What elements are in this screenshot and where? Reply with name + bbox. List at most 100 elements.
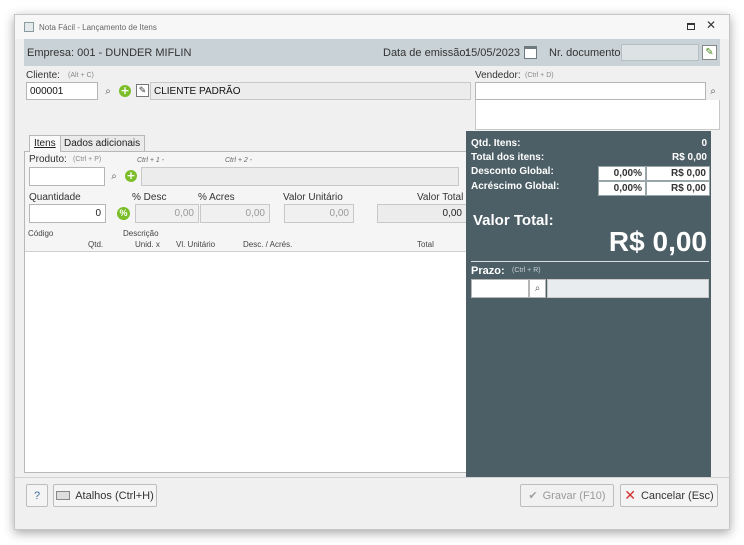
produto-search-icon[interactable]: ⌕ [106, 168, 122, 184]
cliente-name-field: CLIENTE PADRÃO [150, 82, 471, 100]
valor-unitario-value: 0,00 [329, 208, 349, 219]
valor-total-summary-value: R$ 0,00 [608, 226, 707, 257]
prazo-field[interactable] [471, 279, 529, 298]
produto-hint: (Ctrl + P) [73, 156, 102, 163]
col-vl-unitario: Vl. Unitário [176, 240, 216, 249]
prazo-hint: (Ctrl + R) [512, 267, 541, 274]
prazo-search-icon[interactable]: ⌕ [529, 279, 546, 298]
quantidade-value: 0 [95, 208, 101, 219]
window-title: Nota Fácil - Lançamento de Itens [39, 23, 157, 32]
nr-documento-label: Nr. documento: [549, 47, 624, 59]
desconto-label: Desconto Global: [471, 166, 554, 177]
vendedor-list[interactable] [475, 100, 720, 130]
x-icon: ✕ [624, 487, 636, 504]
vendedor-hint: (Ctrl + D) [525, 72, 554, 79]
valor-total-summary-label: Valor Total: [473, 212, 554, 229]
cliente-label: Cliente: [26, 70, 60, 81]
qtd-itens-label: Qtd. Itens: [471, 138, 521, 149]
help-label: ? [33, 489, 41, 502]
acrescimo-value-field[interactable]: R$ 0,00 [646, 181, 710, 196]
data-emissao-value[interactable]: 15/05/2023 [465, 47, 520, 59]
produto-description-field [141, 167, 459, 186]
calendar-icon[interactable] [524, 46, 537, 59]
desc-label: % Desc [132, 192, 167, 203]
cliente-name-value: CLIENTE PADRÃO [154, 86, 241, 97]
percent-icon[interactable]: % [117, 207, 130, 220]
atalhos-button[interactable]: Atalhos (Ctrl+H) [53, 484, 157, 507]
valor-total-value: 0,00 [442, 208, 462, 219]
quantidade-field[interactable]: 0 [29, 204, 106, 223]
title-bar: Nota Fácil - Lançamento de Itens ✕ [15, 15, 729, 39]
produto-add-icon[interactable]: + [125, 170, 137, 182]
total-itens-label: Total dos itens: [471, 152, 545, 163]
desc-value: 0,00 [174, 208, 194, 219]
check-icon: ✔ [528, 489, 538, 502]
quantidade-label: Quantidade [29, 192, 81, 203]
atalhos-label: Atalhos (Ctrl+H) [75, 489, 154, 502]
prazo-label: Prazo: [471, 265, 505, 277]
valor-unitario-field: 0,00 [284, 204, 354, 223]
valor-total-label: Valor Total [417, 192, 464, 203]
main-window: Nota Fácil - Lançamento de Itens ✕ Empre… [14, 14, 730, 530]
desconto-pct-value: 0,00% [613, 168, 642, 179]
cliente-hint: (Alt + C) [68, 72, 94, 79]
itens-tab-panel: Produto: (Ctrl + P) Ctrl + 1 - Ctrl + 2 … [24, 151, 473, 473]
acres-field: 0,00 [200, 204, 270, 223]
summary-panel: Qtd. Itens: 0 Total dos itens: R$ 0,00 D… [466, 131, 711, 477]
desconto-value-field[interactable]: R$ 0,00 [646, 166, 710, 181]
produto-label: Produto: [29, 154, 67, 165]
cliente-add-icon[interactable]: + [119, 85, 131, 97]
col-unid: Unid. x [135, 240, 160, 249]
produto-hint-ctrl1: Ctrl + 1 - [137, 157, 165, 164]
header-bar: Empresa: 001 - DUNDER MIFLIN Data de emi… [24, 39, 720, 66]
acres-label: % Acres [198, 192, 235, 203]
cliente-search-icon[interactable]: ⌕ [100, 83, 116, 99]
qtd-itens-value: 0 [701, 138, 707, 149]
keyboard-icon [56, 491, 71, 500]
acrescimo-label: Acréscimo Global: [471, 181, 560, 192]
acrescimo-value: R$ 0,00 [670, 183, 706, 194]
tab-itens[interactable]: Itens [29, 135, 61, 152]
tab-itens-label: Itens [34, 138, 56, 149]
vendedor-field[interactable] [475, 82, 706, 100]
acres-value: 0,00 [245, 208, 265, 219]
col-qtd: Qtd. [88, 240, 104, 249]
empresa-text: Empresa: 001 - DUNDER MIFLIN [27, 47, 192, 59]
total-itens-value: R$ 0,00 [671, 152, 707, 163]
cancelar-button[interactable]: ✕ Cancelar (Esc) [620, 484, 718, 507]
cliente-code-value: 000001 [30, 86, 64, 97]
desconto-value: R$ 0,00 [670, 168, 706, 179]
desc-field: 0,00 [135, 204, 199, 223]
restore-icon[interactable] [687, 23, 695, 30]
acrescimo-pct-field[interactable]: 0,00% [598, 181, 646, 196]
col-descricao: Descrição [123, 229, 159, 238]
edit-icon[interactable]: ✎ [702, 45, 717, 60]
valor-unitario-label: Valor Unitário [283, 192, 343, 203]
app-icon [24, 22, 34, 32]
tab-dados-adicionais-label: Dados adicionais [64, 138, 141, 149]
close-icon[interactable]: ✕ [706, 18, 716, 32]
cancelar-label: Cancelar (Esc) [640, 489, 714, 502]
cliente-edit-icon[interactable]: ✎ [136, 84, 149, 97]
desconto-pct-field[interactable]: 0,00% [598, 166, 646, 181]
help-button[interactable]: ? [26, 484, 48, 507]
data-emissao-label: Data de emissão: [383, 47, 469, 59]
gravar-button[interactable]: ✔ Gravar (F10) [520, 484, 614, 507]
prazo-description-field [547, 279, 709, 298]
items-grid[interactable] [25, 251, 472, 472]
col-total: Total [417, 240, 434, 249]
tab-dados-adicionais[interactable]: Dados adicionais [59, 135, 146, 151]
footer-divider [15, 477, 729, 478]
acrescimo-pct-value: 0,00% [613, 183, 642, 194]
produto-hint-ctrl2: Ctrl + 2 - [225, 157, 253, 164]
col-desc-acres: Desc. / Acrés. [243, 240, 293, 249]
valor-total-field: 0,00 [377, 204, 467, 223]
col-codigo: Código [28, 229, 54, 238]
nr-documento-field[interactable] [621, 44, 699, 61]
summary-divider [471, 261, 709, 262]
cliente-code-field[interactable]: 000001 [26, 82, 98, 100]
vendedor-label: Vendedor: [475, 70, 521, 81]
gravar-label: Gravar (F10) [542, 489, 606, 502]
vendedor-search-icon[interactable]: ⌕ [705, 83, 721, 99]
produto-field[interactable] [29, 167, 105, 186]
